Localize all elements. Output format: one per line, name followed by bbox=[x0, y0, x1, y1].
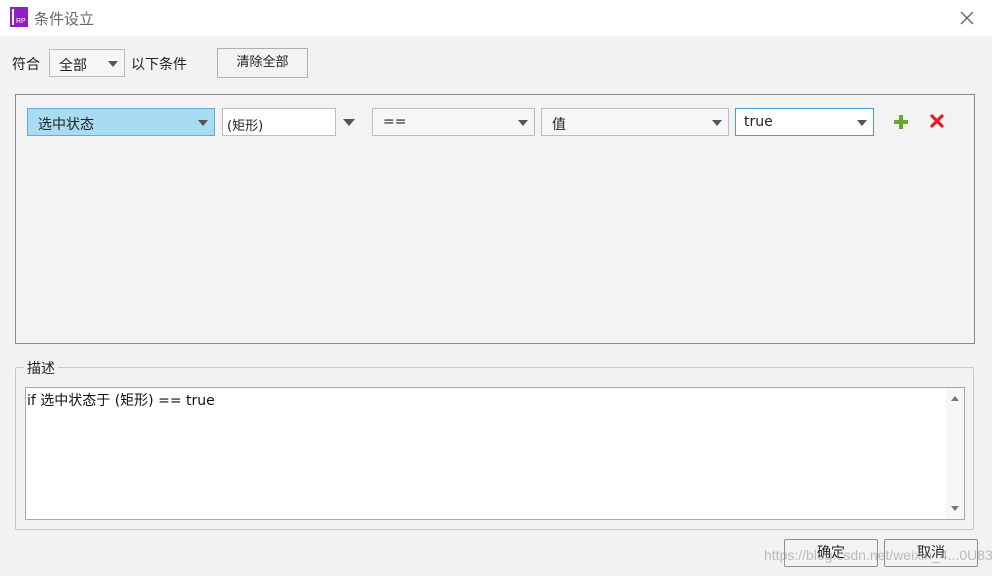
scroll-down-icon[interactable] bbox=[951, 506, 959, 511]
description-legend: 描述 bbox=[24, 358, 58, 378]
cancel-button[interactable]: 取消 bbox=[884, 539, 978, 567]
description-scrollbar[interactable] bbox=[946, 388, 964, 519]
delete-icon bbox=[930, 114, 944, 128]
value-select-value: true bbox=[744, 114, 773, 130]
chevron-down-icon bbox=[518, 120, 528, 126]
target-widget-value: (矩形) bbox=[227, 119, 264, 134]
field-select-value: 选中状态 bbox=[38, 117, 94, 133]
window-title: 条件设立 bbox=[34, 10, 95, 28]
chevron-down-icon bbox=[198, 120, 208, 126]
field-select[interactable]: 选中状态 bbox=[27, 108, 215, 136]
value-select[interactable]: true bbox=[735, 108, 874, 136]
match-select[interactable]: 全部 bbox=[49, 49, 125, 77]
ok-button[interactable]: 确定 bbox=[784, 539, 878, 567]
value-type-select-value: 值 bbox=[552, 117, 566, 133]
add-condition-button[interactable] bbox=[892, 113, 910, 131]
chevron-down-icon bbox=[857, 120, 867, 126]
title-bar: RP 条件设立 bbox=[0, 0, 992, 36]
scroll-up-icon[interactable] bbox=[951, 396, 959, 401]
close-icon bbox=[960, 11, 974, 25]
conditions-label: 以下条件 bbox=[131, 57, 187, 73]
value-type-select[interactable]: 值 bbox=[541, 108, 729, 136]
operator-select-value: == bbox=[383, 114, 407, 130]
chevron-down-icon bbox=[712, 120, 722, 126]
delete-condition-button[interactable] bbox=[928, 112, 946, 130]
chevron-down-icon bbox=[108, 61, 118, 67]
description-textarea[interactable]: if 选中状态于 (矩形) == true bbox=[25, 387, 965, 520]
clear-all-button[interactable]: 清除全部 bbox=[217, 48, 308, 78]
match-label: 符合 bbox=[12, 57, 40, 73]
target-dropdown-icon[interactable] bbox=[343, 119, 355, 126]
app-logo-icon: RP bbox=[10, 7, 28, 27]
match-select-value: 全部 bbox=[59, 58, 87, 74]
operator-select[interactable]: == bbox=[372, 108, 535, 136]
description-text: if 选中状态于 (矩形) == true bbox=[27, 393, 215, 409]
conditions-panel: 选中状态 (矩形) == 值 true bbox=[15, 94, 975, 344]
close-button[interactable] bbox=[958, 9, 976, 27]
target-widget-input[interactable]: (矩形) bbox=[222, 108, 336, 136]
plus-icon bbox=[894, 115, 908, 129]
